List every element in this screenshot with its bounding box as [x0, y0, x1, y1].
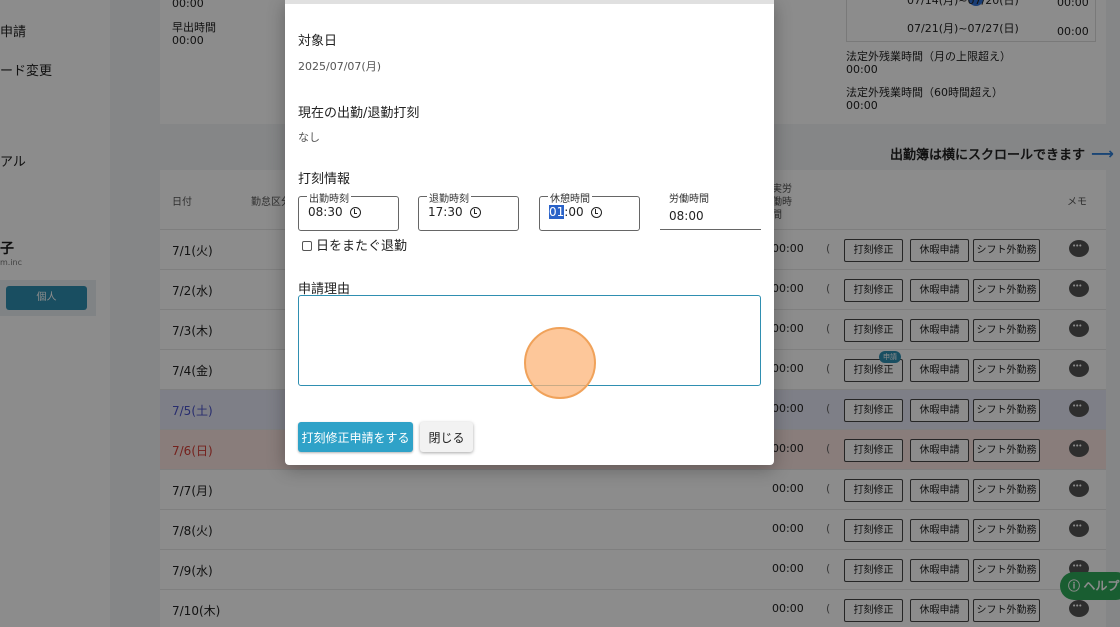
clock-in-label: 出勤時刻: [307, 190, 351, 205]
click-indicator: [524, 327, 596, 399]
clock-out-field[interactable]: 退勤時刻 17:30: [418, 190, 519, 231]
stamp-info-label: 打刻情報: [298, 172, 351, 187]
work-time-field: 労働時間 08:00: [660, 190, 761, 230]
stamp-correction-dialog: 対象日 2025/07/07(月) 現在の出勤/退勤打刻 なし 打刻情報 出勤時…: [285, 0, 774, 465]
clock-icon[interactable]: [350, 207, 361, 218]
break-minutes-segment[interactable]: :00: [564, 205, 583, 219]
clock-out-value[interactable]: 17:30: [428, 205, 463, 219]
clock-in-value[interactable]: 08:30: [308, 205, 343, 219]
break-time-label: 休憩時間: [548, 190, 592, 205]
overnight-checkbox[interactable]: 日をまたぐ退勤: [302, 235, 407, 254]
clock-out-label: 退勤時刻: [427, 190, 471, 205]
clock-icon[interactable]: [591, 207, 602, 218]
dialog-top-bar: [285, 0, 774, 4]
work-time-label: 労働時間: [669, 194, 709, 205]
current-stamp-value: なし: [298, 131, 320, 144]
submit-correction-button[interactable]: 打刻修正申請をする: [298, 422, 413, 452]
break-hours-segment[interactable]: 01: [549, 205, 565, 219]
target-date-label: 対象日: [298, 34, 338, 49]
work-time-value: 08:00: [669, 209, 704, 223]
current-stamp-label: 現在の出勤/退勤打刻: [298, 106, 420, 121]
break-time-value[interactable]: 01:00: [549, 205, 584, 219]
clock-in-field[interactable]: 出勤時刻 08:30: [298, 190, 399, 231]
clock-icon[interactable]: [470, 207, 481, 218]
break-time-field[interactable]: 休憩時間 01:00: [539, 190, 640, 231]
target-date-value: 2025/07/07(月): [298, 60, 381, 73]
checkbox-icon[interactable]: [302, 240, 312, 251]
overnight-label: 日をまたぐ退勤: [316, 239, 408, 254]
close-button[interactable]: 閉じる: [420, 422, 473, 452]
